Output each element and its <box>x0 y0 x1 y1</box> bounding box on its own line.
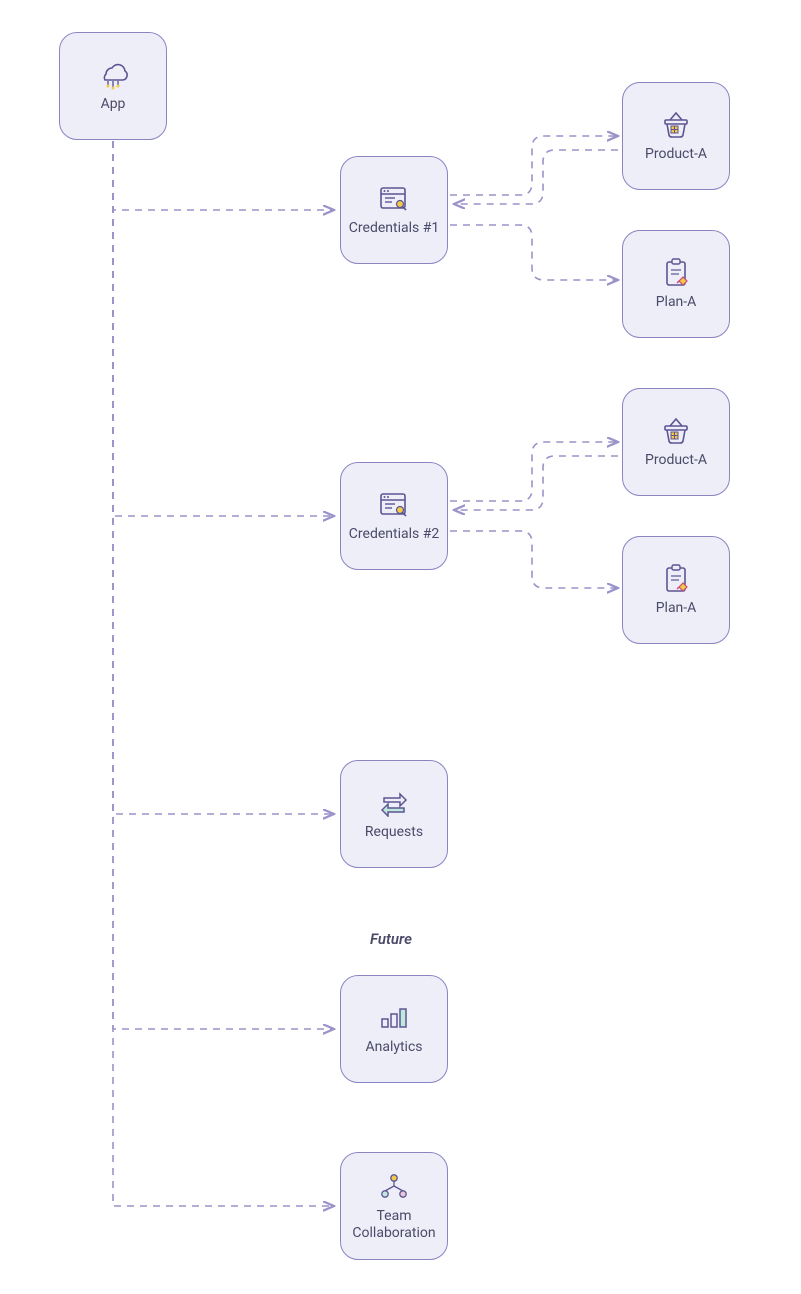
credentials-icon <box>377 182 411 216</box>
node-app-label: App <box>101 96 126 114</box>
node-plan-a-2[interactable]: Plan-A <box>622 536 730 644</box>
node-analytics-label: Analytics <box>365 1039 422 1057</box>
node-product-a-1-label: Product-A <box>645 146 707 164</box>
node-credentials-1-label: Credentials #1 <box>349 220 439 238</box>
cloud-icon <box>96 58 130 92</box>
node-credentials-2-label: Credentials #2 <box>349 526 439 544</box>
node-product-a-2[interactable]: Product-A <box>622 388 730 496</box>
bar-chart-icon <box>377 1001 411 1035</box>
node-plan-a-2-label: Plan-A <box>656 600 697 618</box>
node-analytics[interactable]: Analytics <box>340 975 448 1083</box>
credentials-icon <box>377 488 411 522</box>
diagram-canvas: App Credentials #1 <box>0 0 801 1294</box>
clipboard-icon <box>659 562 693 596</box>
clipboard-icon <box>659 256 693 290</box>
node-requests[interactable]: Requests <box>340 760 448 868</box>
node-product-a-1[interactable]: Product-A <box>622 82 730 190</box>
transfer-icon <box>377 786 411 820</box>
node-credentials-1[interactable]: Credentials #1 <box>340 156 448 264</box>
node-team[interactable]: Team Collaboration <box>340 1152 448 1260</box>
node-app[interactable]: App <box>59 32 167 140</box>
team-icon <box>377 1170 411 1204</box>
node-team-label: Team Collaboration <box>347 1208 441 1243</box>
basket-icon <box>659 414 693 448</box>
basket-icon <box>659 108 693 142</box>
node-plan-a-1[interactable]: Plan-A <box>622 230 730 338</box>
node-product-a-2-label: Product-A <box>645 452 707 470</box>
section-label-future: Future <box>370 930 412 948</box>
node-credentials-2[interactable]: Credentials #2 <box>340 462 448 570</box>
node-plan-a-1-label: Plan-A <box>656 294 697 312</box>
node-requests-label: Requests <box>365 824 423 842</box>
